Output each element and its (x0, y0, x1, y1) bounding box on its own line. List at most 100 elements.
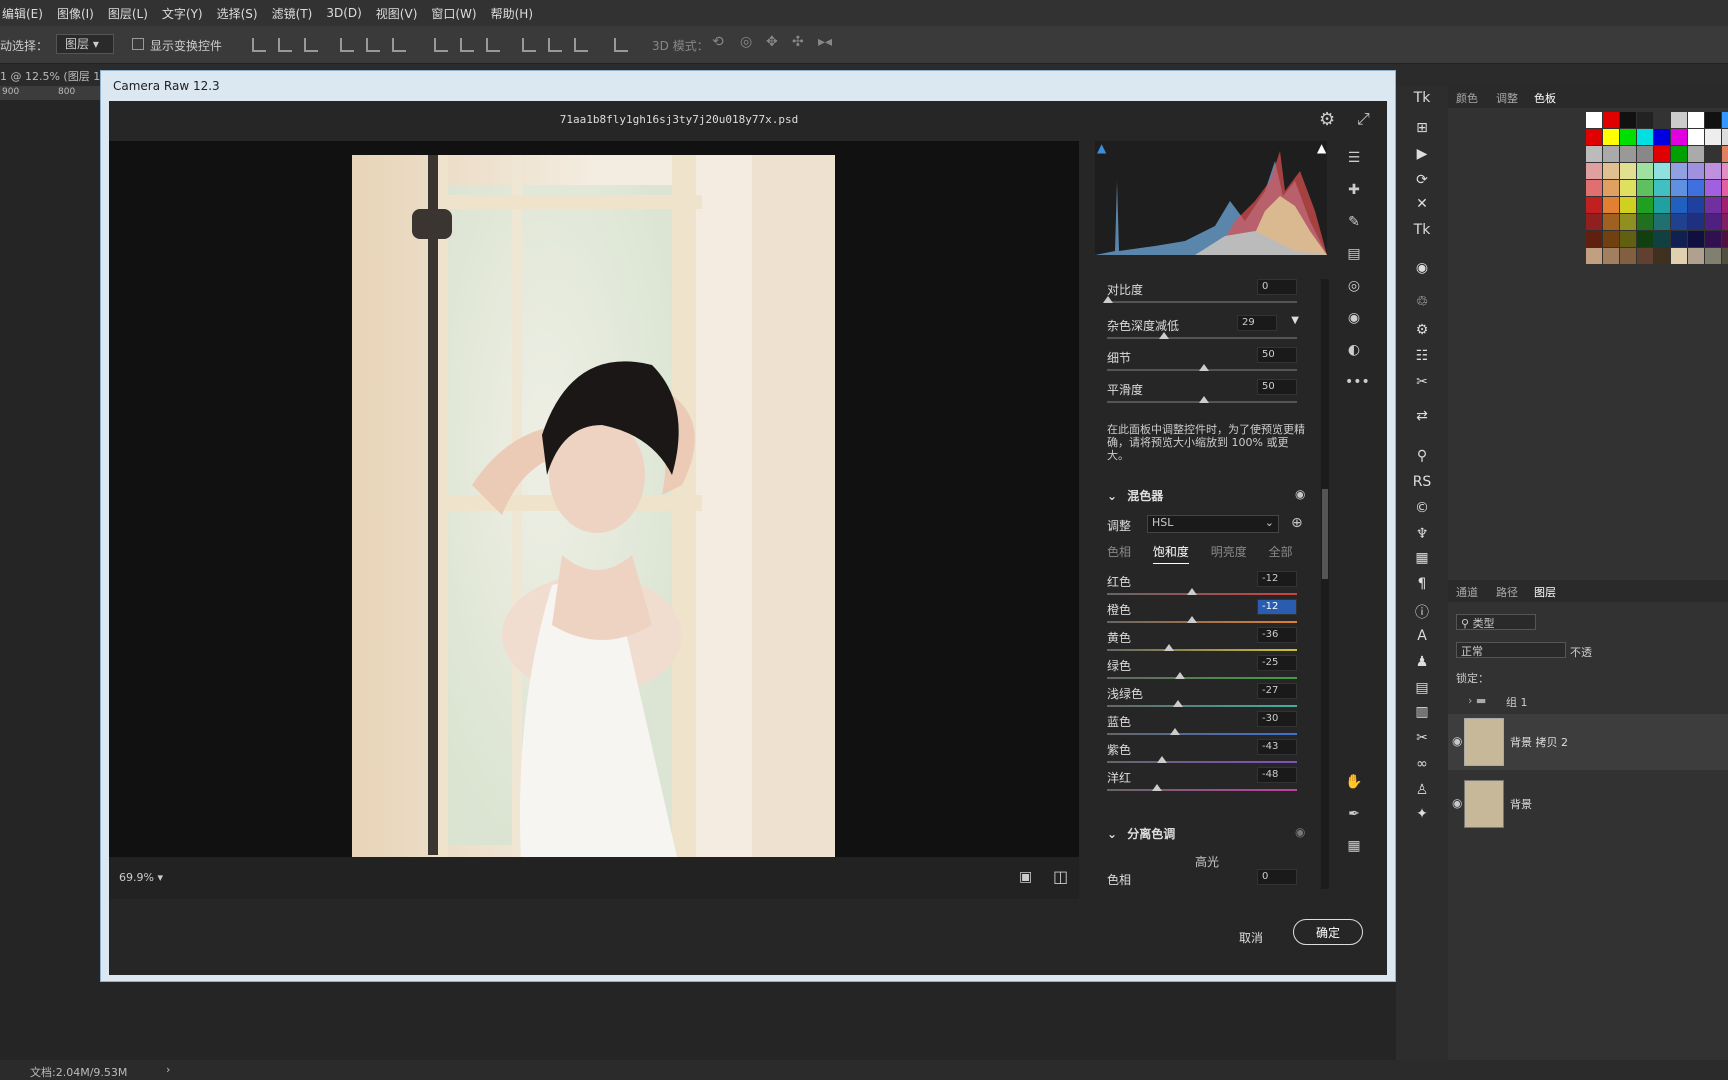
scrollbar-thumb[interactable] (1322, 489, 1328, 579)
color-swatch[interactable] (1688, 129, 1704, 145)
tab-paths[interactable]: 路径 (1496, 584, 1518, 600)
paragraph-icon[interactable]: ¶ (1412, 576, 1432, 596)
red-eye-icon[interactable]: ◉ (1345, 309, 1363, 327)
contrast-slider[interactable]: 对比度 0 (1101, 279, 1301, 309)
color-swatch[interactable] (1654, 231, 1670, 247)
color-swatch[interactable] (1722, 248, 1728, 264)
color-swatch[interactable] (1620, 129, 1636, 145)
smooth-slider[interactable]: 平滑度 50 (1101, 379, 1301, 409)
hsl-slider-0[interactable]: 红色 -12 (1101, 571, 1301, 601)
tk-icon[interactable]: Tk (1412, 222, 1432, 242)
detail-value[interactable]: 50 (1257, 347, 1297, 363)
3d-orbit-icon[interactable]: ⟲ (712, 34, 724, 50)
hsl-thumb[interactable] (1169, 728, 1180, 735)
tab-layers[interactable]: 图层 (1534, 584, 1556, 600)
panel-icon[interactable]: ⚙ (1412, 322, 1432, 342)
color-swatch[interactable] (1620, 163, 1636, 179)
detail-thumb[interactable] (1199, 364, 1209, 371)
color-swatch[interactable] (1705, 248, 1721, 264)
noise-value[interactable]: 29 (1237, 315, 1277, 331)
eyedropper-icon[interactable]: ✒ (1345, 805, 1363, 823)
menu-help[interactable]: 帮助(H) (491, 5, 533, 22)
cancel-button[interactable]: 取消 (1239, 929, 1263, 946)
menu-window[interactable]: 窗口(W) (431, 5, 476, 22)
color-swatch[interactable] (1620, 248, 1636, 264)
panel-scrollbar[interactable] (1321, 279, 1329, 889)
distribute-hcenter-icon[interactable] (548, 38, 562, 52)
visibility-eye-icon[interactable]: ◉ (1295, 825, 1305, 839)
distribute-bottom-icon[interactable] (486, 38, 500, 52)
hsl-thumb[interactable] (1187, 588, 1198, 595)
hsl-value[interactable]: -30 (1257, 711, 1297, 727)
color-swatch[interactable] (1586, 197, 1602, 213)
fullscreen-icon[interactable]: ⤢ (1357, 109, 1370, 129)
color-swatch[interactable] (1603, 146, 1619, 162)
color-swatch[interactable] (1586, 214, 1602, 230)
color-swatch[interactable] (1671, 163, 1687, 179)
panel-icon[interactable]: ▤ (1412, 680, 1432, 700)
color-swatch[interactable] (1688, 146, 1704, 162)
color-swatch[interactable] (1671, 129, 1687, 145)
hsl-slider-4[interactable]: 浅绿色 -27 (1101, 683, 1301, 713)
show-transform-checkbox[interactable] (132, 38, 144, 50)
color-swatch[interactable] (1722, 214, 1728, 230)
color-swatch[interactable] (1586, 163, 1602, 179)
chevron-right-icon[interactable]: › (166, 1063, 170, 1076)
layer-row[interactable]: ◉ 背景 拷贝 2 (1448, 714, 1728, 770)
color-swatch[interactable] (1722, 112, 1728, 128)
color-swatch[interactable] (1722, 129, 1728, 145)
color-swatch[interactable] (1688, 231, 1704, 247)
hsl-value[interactable]: -12 (1257, 571, 1297, 587)
tab-saturation[interactable]: 饱和度 (1152, 545, 1189, 564)
tab-channels[interactable]: 通道 (1456, 584, 1478, 600)
eye-icon[interactable]: ◉ (1452, 796, 1462, 810)
contrast-thumb[interactable] (1103, 296, 1113, 303)
color-swatch[interactable] (1705, 112, 1721, 128)
hsl-thumb[interactable] (1172, 700, 1183, 707)
hsl-thumb[interactable] (1187, 616, 1198, 623)
color-swatch[interactable] (1603, 112, 1619, 128)
color-swatch[interactable] (1637, 112, 1653, 128)
color-swatch[interactable] (1722, 197, 1728, 213)
distribute-left-icon[interactable] (522, 38, 536, 52)
color-swatch[interactable] (1586, 231, 1602, 247)
color-swatch[interactable] (1688, 197, 1704, 213)
shadow-clip-icon[interactable]: ▲ (1097, 141, 1106, 155)
menu-select[interactable]: 选择(S) (217, 5, 258, 22)
grid-icon[interactable]: ▦ (1345, 837, 1363, 855)
notes-icon[interactable]: ▥ (1412, 704, 1432, 724)
visibility-eye-icon[interactable]: ◉ (1295, 487, 1305, 501)
hsl-thumb[interactable] (1156, 756, 1167, 763)
mixer-section-header[interactable]: ⌄ 混色器 (1107, 487, 1163, 504)
split-toning-header[interactable]: ⌄ 分离色调 (1107, 825, 1175, 842)
menu-view[interactable]: 视图(V) (376, 5, 418, 22)
color-swatch[interactable] (1671, 112, 1687, 128)
color-swatch[interactable] (1603, 248, 1619, 264)
play-icon[interactable]: ▶ (1412, 146, 1432, 166)
hsl-value[interactable]: -27 (1257, 683, 1297, 699)
hsl-value[interactable]: -12 (1257, 599, 1297, 615)
menu-edit[interactable]: 编辑(E) (2, 5, 43, 22)
color-swatch[interactable] (1722, 146, 1728, 162)
color-swatch[interactable] (1654, 248, 1670, 264)
tools-icon[interactable]: ✂ (1412, 374, 1432, 394)
align-right-icon[interactable] (392, 38, 406, 52)
tab-color[interactable]: 颜色 (1456, 90, 1478, 106)
close-icon[interactable]: ✕ (1412, 196, 1432, 216)
color-swatch[interactable] (1654, 146, 1670, 162)
blend-mode-dropdown[interactable]: 正常 (1456, 642, 1566, 658)
color-swatch[interactable] (1654, 214, 1670, 230)
c-icon[interactable]: © (1412, 500, 1432, 520)
hue-value[interactable]: 0 (1257, 869, 1297, 885)
align-hcenter-icon[interactable] (366, 38, 380, 52)
color-swatch[interactable] (1705, 214, 1721, 230)
color-swatch[interactable] (1637, 163, 1653, 179)
menu-filter[interactable]: 滤镜(T) (272, 5, 313, 22)
3d-slide-icon[interactable]: ✣ (792, 34, 804, 50)
color-swatch[interactable] (1654, 112, 1670, 128)
hsl-slider-7[interactable]: 洋红 -48 (1101, 767, 1301, 797)
hsl-value[interactable]: -25 (1257, 655, 1297, 671)
dropdown-icon[interactable]: ▼ (1291, 315, 1299, 326)
color-wheel-icon[interactable]: ◉ (1412, 260, 1432, 280)
hsl-thumb[interactable] (1174, 672, 1185, 679)
